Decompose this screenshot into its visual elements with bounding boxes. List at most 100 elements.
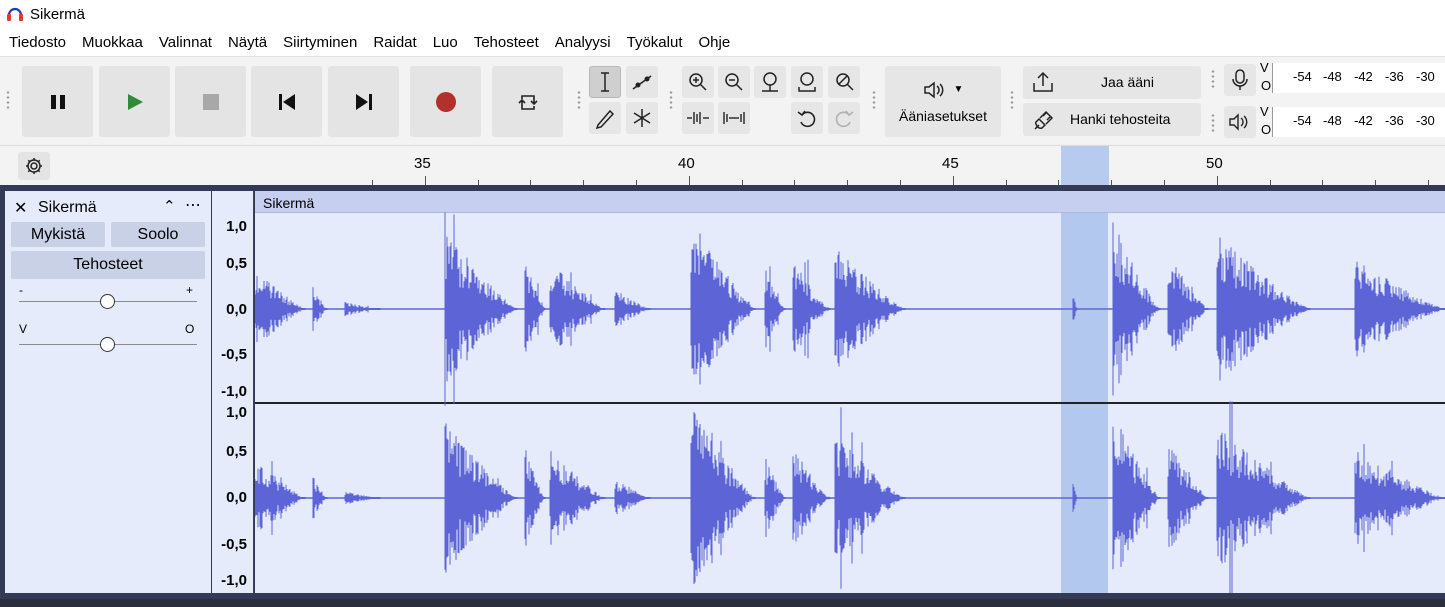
play-button[interactable] xyxy=(99,66,170,137)
mute-button[interactable]: Mykistä xyxy=(11,222,105,247)
zoom-in-icon xyxy=(689,73,707,91)
timeline-selection xyxy=(1061,146,1109,186)
toolbar-grip[interactable] xyxy=(1210,113,1216,133)
share-audio-label: Jaa ääni xyxy=(1101,74,1154,90)
amplitude-ruler: 1,0 0,5 0,0 -0,5 -1,0 1,0 0,5 0,0 -0,5 -… xyxy=(212,191,254,593)
speaker-icon xyxy=(923,80,943,99)
menu-analyze[interactable]: Analyysi xyxy=(547,30,619,56)
amplitude-label: -0,5 xyxy=(221,346,247,363)
meter-tick-label: -54 xyxy=(1293,113,1312,128)
amplitude-label: 1,0 xyxy=(226,218,247,235)
menu-tracks[interactable]: Raidat xyxy=(365,30,424,56)
timeline-label: 45 xyxy=(942,155,959,172)
zoom-in-button[interactable] xyxy=(682,66,714,98)
stop-button[interactable] xyxy=(175,66,246,137)
skip-to-start-button[interactable] xyxy=(251,66,322,137)
timeline-ruler[interactable]: 35 40 45 50 xyxy=(0,145,1445,186)
amplitude-label: 1,0 xyxy=(226,404,247,421)
close-track-icon[interactable]: ✕ xyxy=(14,198,27,218)
redo-icon xyxy=(835,110,854,128)
collapse-track-icon[interactable]: ⌃ xyxy=(163,197,176,215)
pan-left-label: V xyxy=(19,322,28,336)
draw-tool-button[interactable] xyxy=(589,102,621,134)
pause-icon xyxy=(50,94,65,109)
app-icon xyxy=(7,7,23,21)
amplitude-label: 0,5 xyxy=(226,443,247,460)
pan-right-label: O xyxy=(185,322,195,336)
menu-edit[interactable]: Muokkaa xyxy=(74,30,151,56)
menu-transport[interactable]: Siirtyminen xyxy=(275,30,365,56)
speaker-icon xyxy=(1229,113,1248,131)
record-meter-right-label: O xyxy=(1261,78,1272,93)
menu-bar: Tiedosto Muokkaa Valinnat Näytä Siirtymi… xyxy=(0,30,1445,56)
toolbar-grip[interactable] xyxy=(668,90,674,110)
gain-slider-thumb[interactable] xyxy=(100,294,115,309)
play-icon xyxy=(127,93,143,110)
playback-meter-button[interactable] xyxy=(1224,106,1256,138)
toolbar-grip[interactable] xyxy=(1210,69,1216,89)
stop-icon xyxy=(202,93,219,110)
playback-meter[interactable]: -54 -48 -42 -36 -30 xyxy=(1272,107,1445,137)
pause-button[interactable] xyxy=(22,66,93,137)
track-menu-icon[interactable]: ⋯ xyxy=(185,195,201,215)
menu-select[interactable]: Valinnat xyxy=(151,30,220,56)
toolbar-grip[interactable] xyxy=(576,90,582,110)
record-meter[interactable]: -54 -48 -42 -36 -30 xyxy=(1272,63,1445,93)
zoom-out-button[interactable] xyxy=(718,66,750,98)
menu-view[interactable]: Näytä xyxy=(220,30,275,56)
zoom-selection-icon xyxy=(762,72,778,92)
timeline-settings-button[interactable] xyxy=(18,152,50,180)
meter-tick-label: -48 xyxy=(1323,69,1342,84)
menu-tools[interactable]: Työkalut xyxy=(619,30,691,56)
undo-button[interactable] xyxy=(791,102,823,134)
silence-icon xyxy=(723,112,745,124)
redo-button[interactable] xyxy=(828,102,860,134)
pan-slider-thumb[interactable] xyxy=(100,337,115,352)
waveform xyxy=(255,212,1445,593)
timeline-label: 50 xyxy=(1206,155,1223,172)
waveform-channel xyxy=(255,401,1445,593)
menu-file[interactable]: Tiedosto xyxy=(0,30,74,56)
zoom-toggle-button[interactable] xyxy=(828,66,860,98)
share-icon xyxy=(1033,71,1053,92)
skip-to-end-button[interactable] xyxy=(328,66,399,137)
share-audio-button[interactable]: Jaa ääni xyxy=(1023,66,1201,99)
record-meter-button[interactable] xyxy=(1224,64,1256,96)
track-effects-button[interactable]: Tehosteet xyxy=(11,251,205,279)
gain-min-label: - xyxy=(19,283,23,297)
toolbar-grip[interactable] xyxy=(871,90,877,110)
menu-effects[interactable]: Tehosteet xyxy=(466,30,547,56)
toolbar-grip[interactable] xyxy=(1009,90,1015,110)
loop-button[interactable] xyxy=(492,66,563,137)
menu-generate[interactable]: Luo xyxy=(425,30,466,56)
zoom-toggle-icon xyxy=(836,73,854,91)
meter-tick-label: -30 xyxy=(1416,69,1435,84)
audio-setup-button[interactable]: ▼ Ääniasetukset xyxy=(885,66,1001,137)
silence-audio-button[interactable] xyxy=(718,102,750,134)
undo-icon xyxy=(797,110,816,128)
menu-help[interactable]: Ohje xyxy=(691,30,739,56)
bottom-border xyxy=(0,599,1445,607)
fit-selection-button[interactable] xyxy=(754,66,786,98)
fit-project-button[interactable] xyxy=(791,66,823,98)
waveform-area[interactable]: Sikermä xyxy=(255,191,1445,593)
gear-icon xyxy=(26,158,42,174)
amplitude-label: -1,0 xyxy=(221,383,247,400)
track-name[interactable]: Sikermä xyxy=(38,199,97,217)
multi-tool-button[interactable] xyxy=(626,102,658,134)
trim-audio-button[interactable] xyxy=(682,102,714,134)
zoom-fit-icon xyxy=(798,72,816,92)
envelope-tool-button[interactable] xyxy=(626,66,658,98)
audio-setup-label: Ääniasetukset xyxy=(899,107,987,124)
selection-tool-button[interactable] xyxy=(589,66,621,98)
get-effects-button[interactable]: Hanki tehosteita xyxy=(1023,103,1201,136)
window-title: Sikermä xyxy=(30,6,86,23)
track-control-panel[interactable]: ✕ Sikermä ⌃ ⋯ Mykistä Soolo Tehosteet - … xyxy=(5,191,211,593)
loop-icon xyxy=(517,94,538,110)
amplitude-label: 0,0 xyxy=(226,489,247,506)
toolbar-grip[interactable] xyxy=(5,90,11,110)
record-button[interactable] xyxy=(410,66,481,137)
microphone-icon xyxy=(1232,69,1248,90)
solo-button[interactable]: Soolo xyxy=(111,222,205,247)
chevron-down-icon: ▼ xyxy=(953,84,964,95)
